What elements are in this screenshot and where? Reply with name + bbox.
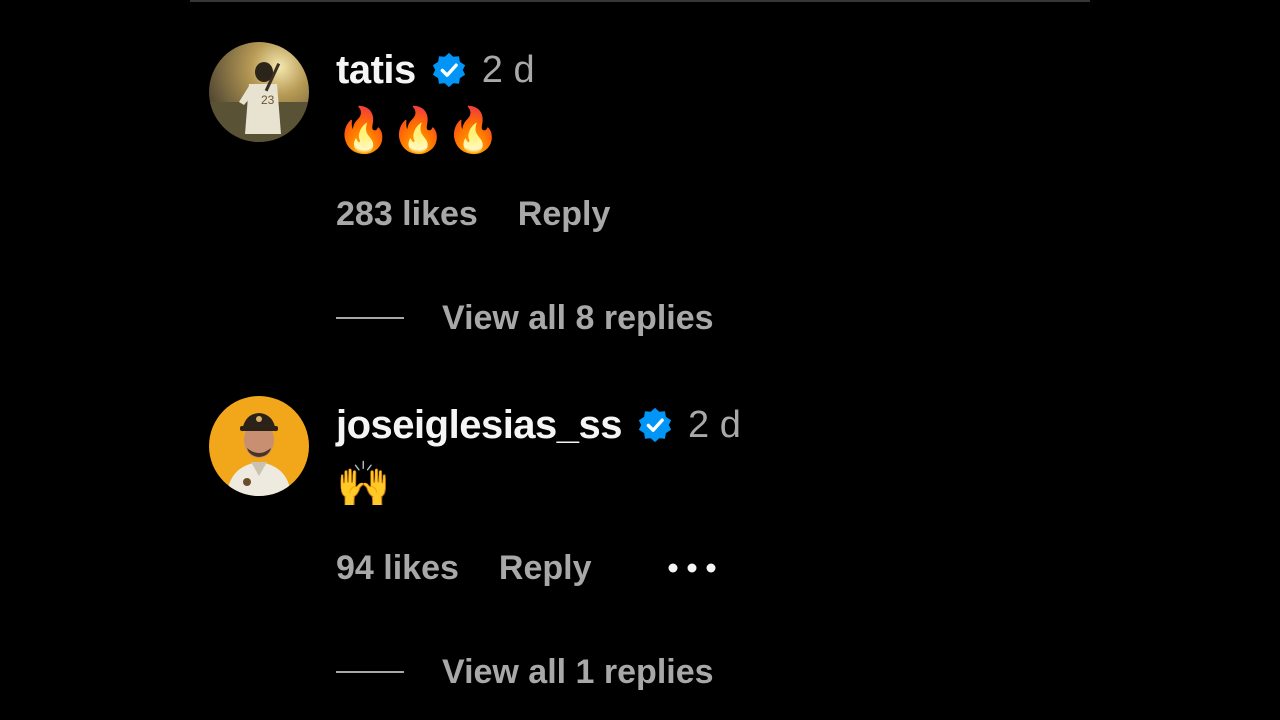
timestamp: 2 d [481,48,535,91]
username[interactable]: tatis [336,48,416,93]
user-avatar[interactable]: 23 [209,42,309,142]
replies-line [336,317,404,319]
username[interactable]: joseiglesias_ss [336,403,623,448]
likes-count[interactable]: 283 likes [336,195,478,234]
comment-text: 🔥🔥🔥 [336,105,501,156]
replies-line [336,671,404,673]
more-options-icon[interactable] [667,561,717,575]
comment-actions: 283 likes Reply [336,192,610,236]
avatar-image [209,396,309,496]
verified-badge-icon [636,406,674,444]
timestamp: 2 d [688,403,741,446]
likes-count[interactable]: 94 likes [336,549,459,588]
view-replies-button[interactable]: View all 8 replies [336,296,714,340]
verified-badge-icon [430,51,468,89]
comment-actions: 94 likes Reply [336,546,717,590]
comment-header: joseiglesias_ss 2 d [336,400,741,450]
reply-button[interactable]: Reply [518,195,611,234]
view-replies-label: View all 8 replies [442,298,714,337]
svg-text:23: 23 [261,93,275,107]
top-divider [190,0,1090,2]
avatar-image: 23 [209,42,309,142]
view-replies-button[interactable]: View all 1 replies [336,650,714,694]
user-avatar[interactable] [209,396,309,496]
view-replies-label: View all 1 replies [442,652,714,691]
comment-text: 🙌 [336,459,391,510]
comment-header: tatis 2 d [336,45,535,95]
reply-button[interactable]: Reply [499,549,592,588]
